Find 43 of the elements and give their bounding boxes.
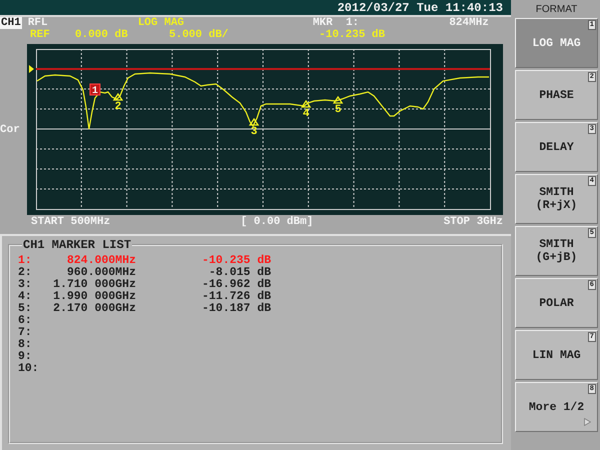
ref-value: 0.000 dB (75, 29, 129, 41)
marker-value: -16.962 dB (200, 279, 271, 291)
marker-index: 6: (18, 315, 33, 327)
source-power: [ 0.00 dBm] (240, 216, 314, 229)
next-page-icon (584, 418, 591, 426)
reference-pointer-icon (29, 65, 34, 73)
correction-label: Cor (0, 124, 21, 136)
marker-frequency: 960.000MHz (66, 267, 136, 279)
active-marker: 1 (90, 84, 100, 97)
marker-number: 5 (334, 104, 342, 116)
menu-title: FORMAT (534, 2, 578, 16)
marker-value: -10.235 dB (319, 29, 386, 41)
marker-index: 7: (18, 327, 33, 339)
marker-frequency: 1.990 000GHz (52, 291, 136, 303)
marker-index: 5: (18, 303, 33, 315)
date-time: 2012/03/27 Tue 11:40:13 (337, 0, 503, 14)
marker-value: -10.187 dB (200, 303, 271, 315)
marker-index: 3: (18, 279, 33, 291)
ref-label: REF (30, 29, 51, 41)
marker-index: 8: (18, 339, 33, 351)
marker-index: 4: (18, 291, 33, 303)
marker-frequency: 824MHz (448, 17, 489, 29)
format-label: LOG MAG (138, 17, 186, 29)
marker-index: 2: (18, 267, 33, 279)
marker-frequency: 824.000MHz (66, 255, 136, 267)
marker-label: MKR 1: (312, 17, 360, 29)
marker-index: 9: (18, 351, 33, 363)
channel-label: CH1 (0, 17, 22, 29)
marker-number: 4 (302, 108, 310, 120)
list-title: CH1 MARKER LIST (22, 238, 132, 252)
marker-value: -11.726 dB (200, 291, 271, 303)
measurement-label: RFL (28, 17, 49, 29)
marker-number: 3 (250, 126, 258, 138)
stop-frequency: STOP 3GHz (444, 216, 503, 229)
scale-value: 5.000 dB/ (169, 29, 230, 41)
start-frequency: START 500MHz (31, 216, 110, 229)
marker-number: 2 (114, 101, 122, 113)
marker-value: -10.235 dB (200, 255, 271, 267)
marker-index: 1: (18, 255, 33, 267)
marker-frequency: 1.710 000GHz (52, 279, 136, 291)
marker-frequency: 2.170 000GHz (52, 303, 136, 315)
marker-value: -8.015 dB (208, 267, 271, 279)
marker-index: 10: (18, 363, 40, 375)
